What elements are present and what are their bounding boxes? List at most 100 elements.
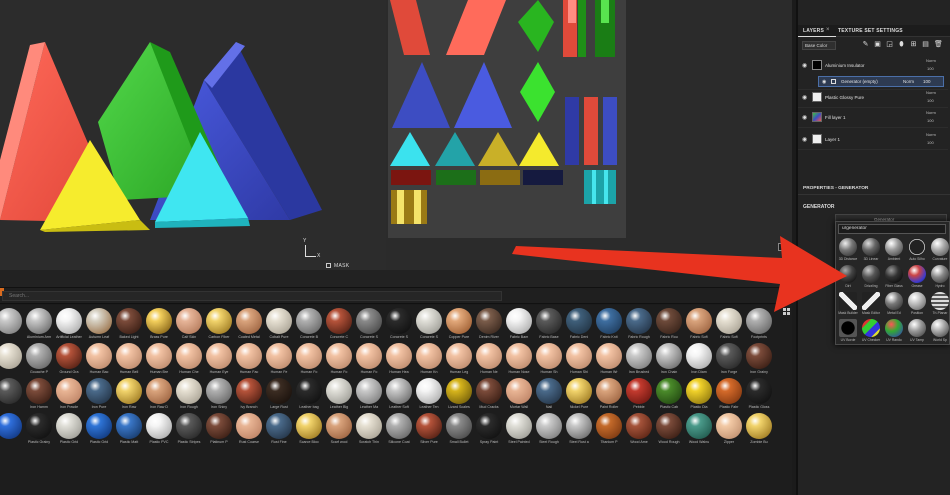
generator-item[interactable]: Drizzling [860, 265, 882, 291]
shelf-material-item[interactable]: Plastic Gloss [744, 378, 774, 414]
tab-texture-set-settings[interactable]: TEXTURE SET SETTINGS [838, 28, 903, 34]
generator-search-input[interactable]: urgenerator [838, 224, 946, 234]
shelf-material-item[interactable]: Zipper [714, 413, 744, 449]
shelf-material-item[interactable]: Cobalt Pure [264, 308, 294, 344]
generator-item[interactable]: Curvature [929, 238, 950, 264]
visibility-eye-icon[interactable]: ◉ [802, 114, 807, 121]
generator-item[interactable]: UV Tamp [906, 319, 928, 345]
shelf-material-item[interactable]: Denim River [474, 308, 504, 344]
shelf-material-item[interactable] [0, 343, 24, 379]
shelf-material-item[interactable]: Artificial Leather [54, 308, 84, 344]
shelf-material-item[interactable] [0, 378, 24, 414]
generator-item[interactable]: Ambient [883, 238, 905, 264]
shelf-material-item[interactable]: Fabric Soft [714, 308, 744, 344]
shelf-material-item[interactable]: Pebble [624, 378, 654, 414]
shelf-material-item[interactable]: Leather Big [324, 378, 354, 414]
shelf-search-input[interactable]: Search... [2, 291, 502, 301]
layer-row[interactable]: ◉ Fill layer 1 Norm 100 [798, 108, 948, 128]
shelf-material-item[interactable]: Steel Rust a [564, 413, 594, 449]
shelf-material-item[interactable]: Human Fo [294, 343, 324, 379]
shelf-material-item[interactable]: Fabric Base [534, 308, 564, 344]
shelf-material-item[interactable]: Fabric Rough [624, 308, 654, 344]
shelf-material-item[interactable] [0, 413, 24, 449]
shelf-material-item[interactable]: Silicone Coat [384, 413, 414, 449]
shelf-material-item[interactable]: Calf Skin [174, 308, 204, 344]
shelf-material-item[interactable]: Mud Cracks [474, 378, 504, 414]
shelf-material-item[interactable]: Iron Rough [174, 378, 204, 414]
generator-item[interactable]: 3D Distance [837, 238, 859, 264]
shelf-material-item[interactable]: Human Fo [354, 343, 384, 379]
shelf-material-item[interactable]: Fabric Deni [564, 308, 594, 344]
shelf-material-item[interactable]: Human Leg [444, 343, 474, 379]
shelf-material-item[interactable]: Concrete S [384, 308, 414, 344]
shelf-material-item[interactable]: Scratch Thin [354, 413, 384, 449]
generator-item[interactable]: Mask Editor [860, 292, 882, 318]
shelf-material-item[interactable]: Leather Ma [354, 378, 384, 414]
shelf-material-item[interactable]: Coated Metal [234, 308, 264, 344]
layer-row[interactable]: ◉ Layer 1 Norm 100 [798, 130, 948, 150]
shelf-material-item[interactable]: Iron Powde [54, 378, 84, 414]
mask-checkbox[interactable] [326, 263, 331, 268]
shelf-material-item[interactable]: Nickel Pure [564, 378, 594, 414]
sublayer-eye-icon[interactable]: ◉ [822, 79, 826, 85]
generator-item[interactable]: 3D Linear [860, 238, 882, 264]
generator-item[interactable]: Fiber Glass [883, 265, 905, 291]
layer-opacity[interactable]: 100 [927, 98, 934, 103]
layer-opacity[interactable]: 100 [927, 140, 934, 145]
visibility-eye-icon[interactable]: ◉ [802, 94, 807, 101]
shelf-material-item[interactable]: Iron Hamm [24, 378, 54, 414]
layer-opacity[interactable]: 100 [927, 66, 934, 71]
shelf-material-item[interactable]: Fabric Knit [594, 308, 624, 344]
shelf-material-item[interactable]: Human Fo [324, 343, 354, 379]
generator-item[interactable]: Mask Builder [837, 292, 859, 318]
shelf-material-item[interactable]: Rust Coarse [234, 413, 264, 449]
shelf-material-item[interactable]: Wood Ame [624, 413, 654, 449]
shelf-material-item[interactable]: Lizard Scales [444, 378, 474, 414]
sublayer-opacity[interactable]: 100 [923, 79, 931, 84]
generator-item[interactable]: Position [906, 292, 928, 318]
shelf-material-item[interactable]: Concrete S [414, 308, 444, 344]
folder-icon[interactable]: ▤ [922, 41, 929, 48]
shelf-material-item[interactable]: Human Hea [384, 343, 414, 379]
shelf-material-item[interactable]: Iron Forge [714, 343, 744, 379]
fill-bucket-icon[interactable]: ⬮ [898, 41, 905, 48]
shelf-material-item[interactable]: Human Eye [204, 343, 234, 379]
shelf-material-item[interactable]: Plastic Grid [84, 413, 114, 449]
shelf-material-item[interactable]: Human Kn [414, 343, 444, 379]
shelf-material-item[interactable]: Iron Raw [114, 378, 144, 414]
tab-layers-close-icon[interactable]: × [826, 27, 830, 33]
generator-item[interactable]: World Sp [929, 319, 950, 345]
shelf-material-item[interactable]: Leather bag [294, 378, 324, 414]
grid-view-icon[interactable] [783, 308, 790, 315]
shelf-material-item[interactable]: Baked Light [114, 308, 144, 344]
shelf-material-item[interactable]: Rust Fine [264, 413, 294, 449]
shelf-material-item[interactable]: Brass Pure [144, 308, 174, 344]
layer-blend-mode[interactable]: Norm [926, 110, 936, 115]
shelf-material-item[interactable]: Wood Walnu [684, 413, 714, 449]
shelf-material-item[interactable]: Plastic Grid [54, 413, 84, 449]
shelf-material-item[interactable]: Mortar Wall [504, 378, 534, 414]
layer-row[interactable]: ◉ Plastic Glossy Pure Norm 100 [798, 88, 948, 108]
shelf-material-item[interactable]: Human Sh [534, 343, 564, 379]
shelf-material-item[interactable]: Iron Chain [654, 343, 684, 379]
sublayer-blend-mode[interactable]: Norm [903, 79, 914, 84]
generator-item[interactable]: Tri-Planar [929, 292, 950, 318]
shelf-material-item[interactable]: Human Che [174, 343, 204, 379]
shelf-material-item[interactable]: Iron Grainy [744, 343, 774, 379]
generator-item[interactable]: Metal Ed [883, 292, 905, 318]
shelf-material-item[interactable]: Footprints [744, 308, 774, 344]
generator-item[interactable]: UV Checker [860, 319, 882, 345]
shelf-material-item[interactable]: Nail [534, 378, 564, 414]
shelf-material-item[interactable]: Titanium P [594, 413, 624, 449]
shelf-material-item[interactable]: Iron Shiny [204, 378, 234, 414]
add-mask-icon[interactable]: ▣ [874, 41, 881, 48]
shelf-material-item[interactable]: Fabric Rou [654, 308, 684, 344]
shelf-material-item[interactable]: Scarce Bloo [294, 413, 324, 449]
tab-layers[interactable]: LAYERS [803, 28, 824, 34]
shelf-material-item[interactable]: Carbon Fiber [204, 308, 234, 344]
shelf-material-item[interactable]: Aluminium Arm [24, 308, 54, 344]
shelf-material-item[interactable]: Leather Ten [414, 378, 444, 414]
generator-item[interactable]: Grease [906, 265, 928, 291]
visibility-eye-icon[interactable]: ◉ [802, 136, 807, 143]
viewport-3d[interactable]: Y X [0, 0, 386, 270]
